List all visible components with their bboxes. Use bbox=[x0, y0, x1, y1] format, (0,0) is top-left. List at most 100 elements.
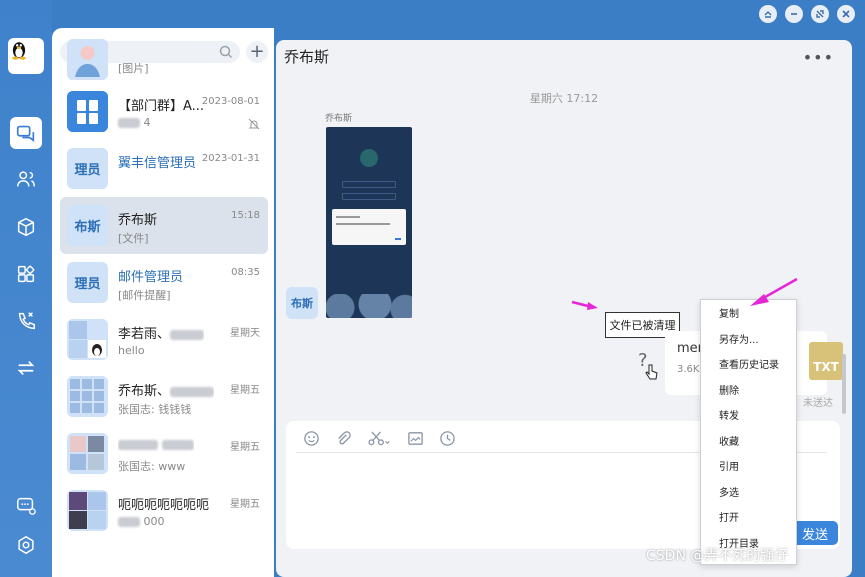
context-menu: 复制 另存为... 查看历史记录 删除 转发 收藏 引用 多选 打开 打开目录 bbox=[700, 299, 797, 565]
conversation-time: 星期五 bbox=[230, 385, 260, 396]
conversation-avatar bbox=[67, 39, 108, 80]
conversation-item[interactable]: 理员 邮件管理员 08:35 [邮件提醒] bbox=[60, 254, 268, 311]
conversation-name bbox=[118, 437, 195, 452]
image-button[interactable] bbox=[406, 429, 424, 447]
group-avatar bbox=[67, 490, 108, 531]
chat-nav-button[interactable] bbox=[10, 117, 42, 149]
group-avatar bbox=[67, 376, 108, 417]
message-settings-button[interactable] bbox=[10, 490, 42, 522]
conversation-avatar: 布斯 bbox=[67, 205, 108, 246]
image-message[interactable] bbox=[326, 127, 412, 318]
conversation-preview: 张国志: 钱钱钱 bbox=[118, 403, 192, 416]
conversation-item[interactable]: 乔布斯、 星期五 张国志: 钱钱钱 bbox=[60, 368, 268, 425]
conversation-preview: 4 bbox=[118, 116, 151, 129]
conversation-time: 星期五 bbox=[230, 499, 260, 510]
conversation-item[interactable]: 【部门群】A... 2023-08-01 4 bbox=[60, 83, 268, 140]
attachment-icon bbox=[337, 430, 351, 444]
group-avatar bbox=[67, 433, 108, 474]
emoji-icon bbox=[303, 430, 319, 446]
conversation-time: 08:35 bbox=[231, 267, 260, 278]
menu-item-favorite[interactable]: 收藏 bbox=[701, 428, 796, 454]
conversation-time: 星期天 bbox=[230, 328, 260, 339]
conversation-item[interactable]: 星期五 张国志: www bbox=[60, 425, 268, 482]
settings-button[interactable] bbox=[10, 529, 42, 561]
menu-item-quote[interactable]: 引用 bbox=[701, 453, 796, 479]
menu-item-forward[interactable]: 转发 bbox=[701, 402, 796, 428]
conversation-name: 翼丰信管理员 bbox=[118, 156, 197, 171]
pin-button[interactable] bbox=[759, 5, 777, 23]
image-icon bbox=[407, 431, 423, 445]
watermark: CSDN @弄不死的强仔 bbox=[646, 548, 789, 564]
conversation-item[interactable]: 呃呃呃呃呃呃呃 星期五 000 bbox=[60, 482, 268, 539]
screenshot-button[interactable] bbox=[366, 429, 392, 447]
conversation-name: 呃呃呃呃呃呃呃 bbox=[118, 498, 210, 513]
conversation-preview: [图片] bbox=[118, 62, 149, 75]
conversation-list-panel: + [图片] 【部门群】A... 2023-08-01 4 理员 翼丰信管理员 … bbox=[52, 28, 274, 577]
delivery-status: 未送达 bbox=[803, 398, 833, 409]
annotation-arrow-icon bbox=[571, 300, 598, 310]
conversation-name: 【部门群】A... bbox=[118, 99, 205, 114]
conversation-preview: 000 bbox=[118, 515, 165, 528]
conversation-avatar: 理员 bbox=[67, 148, 108, 189]
menu-item-open[interactable]: 打开 bbox=[701, 504, 796, 530]
conversation-name: 邮件管理员 bbox=[118, 270, 184, 285]
phone-nav-button[interactable] bbox=[10, 305, 42, 337]
conversation-time: 15:18 bbox=[231, 210, 260, 221]
chat-title: 乔布斯 bbox=[284, 48, 330, 66]
contacts-nav-button[interactable] bbox=[10, 163, 42, 195]
conversation-time: 2023-08-01 bbox=[201, 96, 260, 107]
close-button[interactable] bbox=[837, 5, 855, 23]
group-avatar bbox=[67, 319, 108, 360]
mute-bell-icon bbox=[248, 118, 260, 130]
menu-item-delete[interactable]: 删除 bbox=[701, 377, 796, 403]
minimize-button[interactable] bbox=[785, 5, 803, 23]
annotation-arrow-icon bbox=[750, 277, 798, 306]
hand-cursor-icon bbox=[645, 364, 658, 380]
attachment-button[interactable] bbox=[334, 429, 352, 447]
conversation-item[interactable]: 李若雨、 星期天 hello bbox=[60, 311, 268, 368]
menu-item-history[interactable]: 查看历史记录 bbox=[701, 351, 796, 377]
composer-toolbar bbox=[302, 429, 456, 447]
conversation-list: [图片] 【部门群】A... 2023-08-01 4 理员 翼丰信管理员 20… bbox=[60, 39, 268, 539]
user-avatar[interactable] bbox=[8, 38, 44, 74]
chat-scrollbar[interactable] bbox=[842, 354, 846, 414]
settings-icon bbox=[18, 535, 34, 555]
menu-item-save-as[interactable]: 另存为... bbox=[701, 326, 796, 352]
maximize-button[interactable] bbox=[811, 5, 829, 23]
conversation-item[interactable]: [图片] bbox=[60, 39, 268, 83]
window-controls bbox=[759, 5, 855, 23]
conversation-time: 星期五 bbox=[230, 442, 260, 453]
conversation-name: 乔布斯、 bbox=[118, 380, 215, 399]
workspace-nav-button[interactable] bbox=[10, 211, 42, 243]
conversation-name: 李若雨、 bbox=[118, 323, 205, 342]
close-icon bbox=[842, 10, 850, 18]
txt-file-icon: TXT bbox=[809, 342, 843, 380]
apps-icon bbox=[17, 265, 35, 283]
conversation-preview: hello bbox=[118, 344, 145, 357]
history-icon bbox=[439, 430, 455, 446]
conversation-preview: [文件] bbox=[118, 232, 149, 245]
sender-name: 乔布斯 bbox=[325, 114, 353, 124]
minimize-icon bbox=[791, 13, 797, 15]
sender-avatar[interactable]: 布斯 bbox=[286, 287, 318, 319]
workspace-icon bbox=[17, 217, 35, 237]
transfer-icon bbox=[17, 360, 35, 376]
pin-icon bbox=[764, 11, 772, 18]
chat-icon bbox=[16, 125, 35, 142]
message-settings-icon bbox=[17, 497, 36, 515]
apps-nav-button[interactable] bbox=[10, 258, 42, 290]
transfer-nav-button[interactable] bbox=[10, 352, 42, 384]
history-button[interactable] bbox=[438, 429, 456, 447]
menu-item-multiselect[interactable]: 多选 bbox=[701, 479, 796, 505]
conversation-item-selected[interactable]: 布斯 乔布斯 15:18 [文件] bbox=[60, 197, 268, 254]
more-options-button[interactable]: ••• bbox=[803, 48, 834, 67]
conversation-preview: 张国志: www bbox=[118, 460, 186, 473]
phone-icon bbox=[18, 312, 35, 330]
conversation-preview: [邮件提醒] bbox=[118, 289, 171, 302]
conversation-time: 2023-01-31 bbox=[201, 153, 260, 164]
emoji-button[interactable] bbox=[302, 429, 320, 447]
message-timestamp: 星期六 17:12 bbox=[529, 92, 599, 105]
message-input[interactable] bbox=[298, 459, 698, 529]
file-size: 3.6K bbox=[677, 364, 700, 375]
conversation-item[interactable]: 理员 翼丰信管理员 2023-01-31 bbox=[60, 140, 268, 197]
